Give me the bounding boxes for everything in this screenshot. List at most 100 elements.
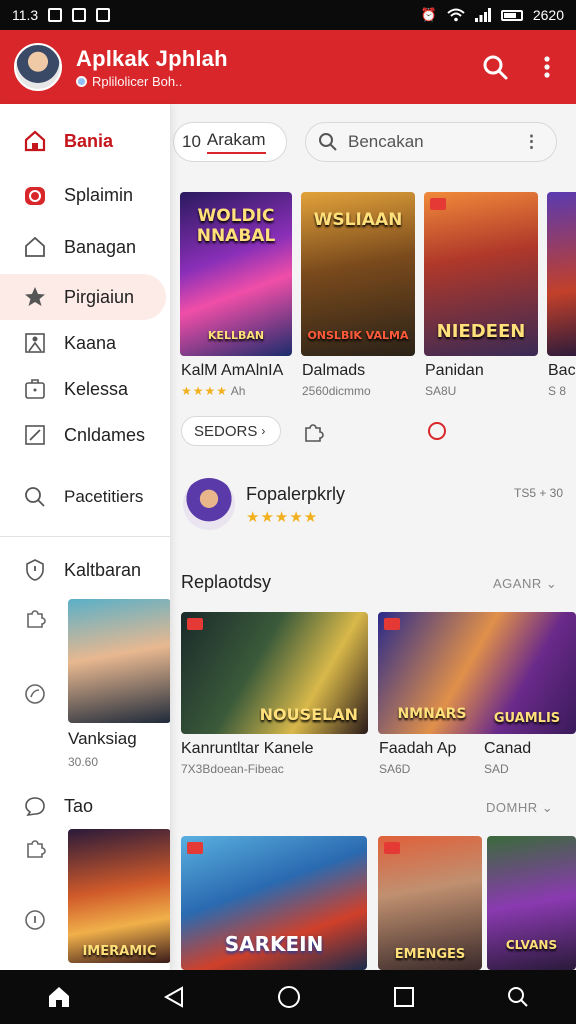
game-poster[interactable]: WSLIAAN ONSLBIK VALMA (301, 192, 415, 356)
drawer-item-bag[interactable]: Kelessa (0, 366, 170, 412)
drawer-card-title: Vanksiag (68, 729, 137, 748)
alarm-icon: ⏰ (420, 7, 437, 22)
drawer-divider (0, 536, 170, 537)
house-icon (22, 234, 48, 260)
game-poster[interactable] (547, 192, 576, 356)
game-poster[interactable]: NOUSELAN (181, 612, 368, 734)
puzzle-icon[interactable] (22, 605, 48, 631)
search-field[interactable]: Bencakan ⋮ (305, 122, 557, 162)
game-title: KalM AmAlnIA (181, 362, 284, 379)
game-meta: 7X3Bdoean-Fibeac (181, 762, 284, 776)
game-poster[interactable]: EMENGES (378, 836, 482, 970)
system-nav-bar (0, 970, 576, 1024)
rating-stars: ★★★★★ (246, 509, 319, 526)
drawer-item-star[interactable]: Pirgiaiun (0, 274, 166, 320)
badge-icon (384, 618, 400, 630)
home-icon[interactable] (46, 984, 72, 1010)
signal-icon (474, 8, 491, 22)
notification-icon (96, 8, 111, 22)
badge-icon (187, 618, 203, 630)
app-subtitle-text: Rplilolicer Boh.. (92, 73, 183, 89)
shield-icon (22, 557, 48, 583)
app-subtitle: Rplilolicer Boh.. (76, 74, 228, 89)
game-poster[interactable]: WOLDIC NNABAL KELLBAN (180, 192, 292, 356)
puzzle-icon[interactable] (301, 420, 325, 444)
featured-count: TS5 + 30 (514, 486, 564, 500)
filter-chip-label: Arakam (206, 130, 266, 154)
game-poster[interactable]: NMNARS GUAMLIS (378, 612, 576, 734)
search-icon (483, 55, 508, 80)
badge-icon (430, 198, 446, 210)
game-title: Bac (548, 362, 576, 379)
record-icon[interactable] (426, 420, 448, 442)
chevron-icon: › (261, 424, 266, 438)
main-content: 10 Arakam Bencakan ⋮ WOLDIC NNABAL KELLB… (171, 104, 576, 970)
game-title: Kanruntltar Kanele (181, 740, 314, 757)
drawer-item-search[interactable]: Pacetitiers (0, 474, 170, 520)
chat-icon (22, 793, 48, 819)
badge-icon (187, 842, 203, 854)
puzzle-icon[interactable] (22, 835, 48, 861)
search-icon (22, 484, 48, 510)
leaf-icon[interactable] (22, 681, 48, 707)
rating-stars: ★★★★ (181, 384, 229, 398)
drawer-section-title-2[interactable]: Tao (0, 783, 170, 829)
more-options-button[interactable] (532, 52, 562, 82)
verified-icon (76, 75, 87, 87)
status-time: 11.3 (12, 7, 39, 23)
drawer-section-title[interactable]: Kaltbaran (0, 547, 170, 593)
drawer-card-subtitle: 30.60 (68, 755, 99, 769)
drawer-item-home[interactable]: Bania (0, 118, 170, 164)
app-bar: Aplkak Jphlah Rplilolicer Boh.. (0, 30, 576, 104)
game-meta: SAD (484, 762, 509, 776)
battery-icon (500, 9, 523, 21)
game-poster[interactable]: NIEDEEN (424, 192, 538, 356)
sort-chip[interactable]: SEDORS › (181, 416, 281, 446)
drawer-item-house[interactable]: Banagan (0, 224, 170, 270)
filter-chip[interactable]: 10 Arakam (173, 122, 287, 162)
status-bar: 11.3 ⏰ 2620 (0, 0, 576, 30)
game-title: Canad (484, 740, 532, 757)
search-icon (319, 133, 337, 151)
game-title: Faadah Ap (379, 740, 457, 757)
game-meta: 2560dicmmo (302, 384, 371, 398)
game-title: Dalmads (302, 362, 366, 379)
search-more-icon[interactable]: ⋮ (523, 132, 540, 152)
section-title: Replaotdsy (181, 572, 272, 592)
status-right-text: 2620 (532, 7, 564, 23)
bag-icon (22, 376, 48, 402)
see-more-link[interactable]: AGANR ⌄ (493, 576, 557, 592)
game-poster[interactable]: CLVANS (487, 836, 576, 970)
game-meta: SA6D (379, 762, 411, 776)
image-icon (48, 8, 63, 22)
navigation-drawer: Bania Splaimin Banagan Pirgiaiun Kaana K… (0, 104, 171, 970)
sort-chip-label: SEDORS (194, 422, 258, 440)
star-icon (22, 284, 48, 310)
badge-icon (384, 842, 400, 854)
game-meta: ★★★★ Ah (181, 384, 246, 398)
game-card-thumb[interactable] (68, 599, 170, 723)
see-more-link[interactable]: DOMHR ⌄ (486, 800, 553, 816)
back-icon[interactable] (163, 986, 185, 1008)
search-button[interactable] (480, 52, 510, 82)
game-meta: SA8U (425, 384, 457, 398)
game-card-thumb[interactable]: IMERAMIC (68, 829, 170, 963)
filter-chip-prefix: 10 (182, 132, 201, 151)
recents-icon[interactable] (393, 986, 415, 1008)
drawer-item-person[interactable]: Kaana (0, 320, 170, 366)
search-placeholder: Bencakan (348, 132, 424, 151)
game-meta: S 8 (548, 384, 567, 398)
drawer-item-record[interactable]: Splaimin (0, 172, 170, 218)
more-vert-icon (544, 56, 550, 78)
home-circle-icon[interactable] (277, 985, 301, 1009)
person-icon (22, 330, 48, 356)
drawer-item-edit[interactable]: Cnldames (0, 412, 170, 458)
home-icon (22, 128, 48, 154)
info-icon[interactable] (22, 907, 48, 933)
game-title: Panidan (425, 362, 484, 379)
search-icon[interactable] (506, 985, 530, 1009)
game-poster[interactable]: SARKEIN (181, 836, 367, 970)
record-icon (22, 182, 48, 208)
featured-avatar[interactable] (183, 478, 235, 530)
profile-avatar[interactable] (14, 43, 62, 91)
